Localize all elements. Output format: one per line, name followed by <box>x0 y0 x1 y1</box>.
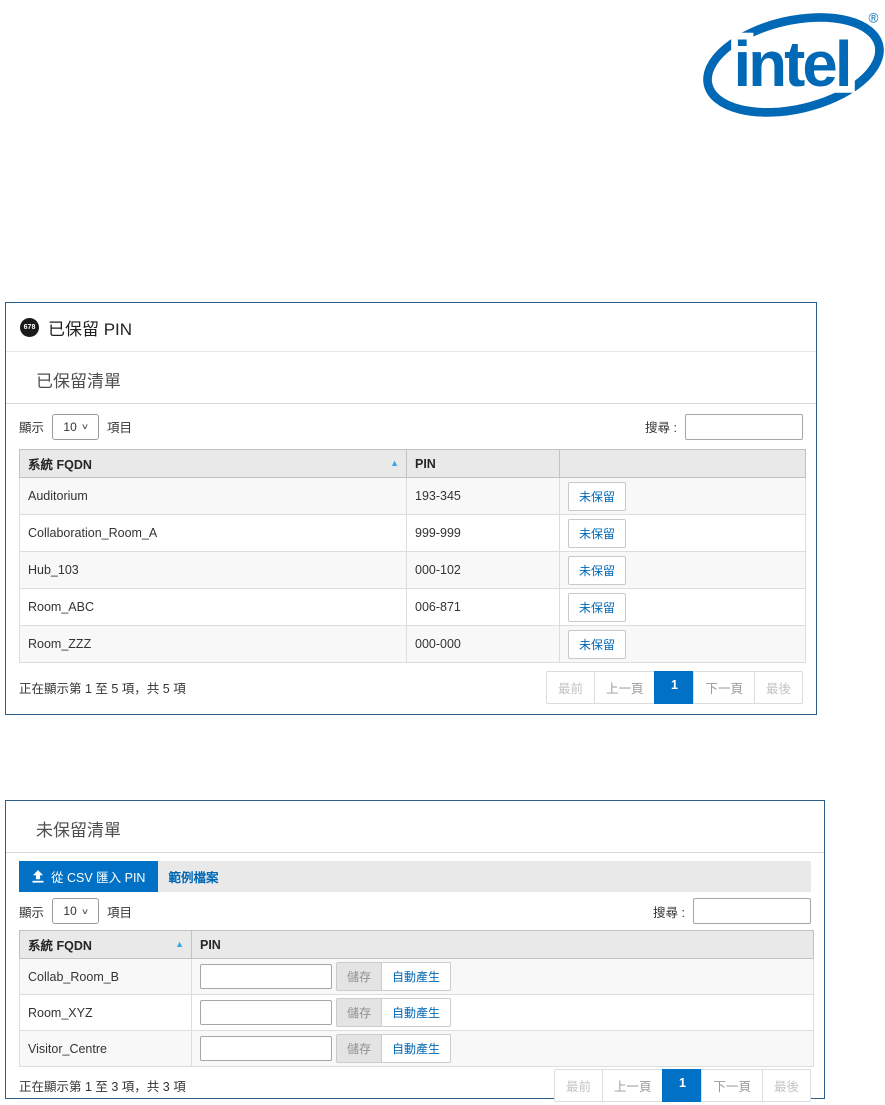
pin-input[interactable] <box>200 1000 332 1025</box>
fqdn-cell: Room_ZZZ <box>20 626 407 663</box>
table-row: Visitor_Centre 儲存 自動產生 <box>20 1031 814 1067</box>
table-row: Collaboration_Room_A 999-999 未保留 <box>20 515 806 552</box>
intel-logo-graphic: intel ® <box>702 0 885 126</box>
pagination-first-button[interactable]: 最前 <box>554 1069 603 1102</box>
pagination-page-1-button[interactable]: 1 <box>662 1069 702 1102</box>
pin-cell: 000-000 <box>407 626 560 663</box>
save-button[interactable]: 儲存 <box>336 1034 382 1063</box>
pin-cell: 006-871 <box>407 589 560 626</box>
fqdn-cell: Auditorium <box>20 478 407 515</box>
pin-cell: 000-102 <box>407 552 560 589</box>
fqdn-cell: Room_ABC <box>20 589 407 626</box>
fqdn-cell: Hub_103 <box>20 552 407 589</box>
show-label: 顯示 <box>19 902 44 921</box>
unreserved-table-footer: 正在顯示第 1 至 3 項，共 3 項 最前 上一頁 1 下一頁 最後 <box>6 1067 824 1103</box>
fqdn-cell: Collab_Room_B <box>20 959 192 995</box>
table-row: Hub_103 000-102 未保留 <box>20 552 806 589</box>
column-header-fqdn[interactable]: 系統 FQDN ▲ <box>20 450 407 478</box>
pagination-page-1-button[interactable]: 1 <box>654 671 694 704</box>
auto-generate-button[interactable]: 自動產生 <box>381 998 451 1027</box>
unreserve-button[interactable]: 未保留 <box>568 482 626 511</box>
reserved-pin-icon: 678 <box>20 318 39 337</box>
fqdn-cell: Visitor_Centre <box>20 1031 192 1067</box>
reserved-table-footer: 正在顯示第 1 至 5 項，共 5 項 最前 上一頁 1 下一頁 最後 <box>6 663 816 712</box>
registered-mark: ® <box>868 11 878 26</box>
reserved-pin-panel: 678 已保留 PIN 已保留清單 顯示 10 ∨ 項目 搜尋 : 系統 FQD… <box>5 302 817 715</box>
unreserved-list-section-title: 未保留清單 <box>6 801 824 853</box>
reserved-table-controls: 顯示 10 ∨ 項目 搜尋 : <box>6 404 816 449</box>
table-row: Room_XYZ 儲存 自動產生 <box>20 995 814 1031</box>
search-input[interactable] <box>685 414 803 440</box>
column-header-pin[interactable]: PIN <box>407 450 560 478</box>
unreserve-button[interactable]: 未保留 <box>568 630 626 659</box>
pagination-previous-button[interactable]: 上一頁 <box>594 671 656 704</box>
pagination-first-button[interactable]: 最前 <box>546 671 595 704</box>
pagination: 最前 上一頁 1 下一頁 最後 <box>554 1069 811 1102</box>
search-input[interactable] <box>693 898 811 924</box>
fqdn-cell: Collaboration_Room_A <box>20 515 407 552</box>
unreserve-button[interactable]: 未保留 <box>568 556 626 585</box>
pin-input[interactable] <box>200 1036 332 1061</box>
column-header-pin[interactable]: PIN <box>192 931 814 959</box>
sample-file-link[interactable]: 範例檔案 <box>168 867 218 886</box>
page-header: 678 已保留 PIN <box>6 303 816 352</box>
showing-entries-info: 正在顯示第 1 至 5 項，共 5 項 <box>19 678 186 697</box>
auto-generate-button[interactable]: 自動產生 <box>381 962 451 991</box>
table-row: Collab_Room_B 儲存 自動產生 <box>20 959 814 995</box>
sort-ascending-icon: ▲ <box>175 939 184 949</box>
unreserve-button[interactable]: 未保留 <box>568 593 626 622</box>
chevron-down-icon: ∨ <box>81 907 89 916</box>
upload-icon <box>32 870 44 883</box>
items-label: 項目 <box>107 902 132 921</box>
pin-cell: 193-345 <box>407 478 560 515</box>
pin-cell: 999-999 <box>407 515 560 552</box>
intel-logo: intel ® <box>702 0 885 126</box>
page-size-select[interactable]: 10 ∨ <box>52 414 99 440</box>
pagination-next-button[interactable]: 下一頁 <box>701 1069 763 1102</box>
unreserved-table-controls: 顯示 10 ∨ 項目 搜尋 : <box>6 892 824 930</box>
unreserve-button[interactable]: 未保留 <box>568 519 626 548</box>
pin-input[interactable] <box>200 964 332 989</box>
unreserved-list-panel: 未保留清單 從 CSV 匯入 PIN 範例檔案 顯示 10 ∨ 項目 搜尋 : <box>5 800 825 1099</box>
save-button[interactable]: 儲存 <box>336 962 382 991</box>
page-title: 已保留 PIN <box>48 315 132 340</box>
pagination-last-button[interactable]: 最後 <box>762 1069 811 1102</box>
import-csv-button[interactable]: 從 CSV 匯入 PIN <box>19 861 158 892</box>
page-size-select[interactable]: 10 ∨ <box>52 898 99 924</box>
table-header-row: 系統 FQDN ▲ PIN <box>20 931 814 959</box>
table-row: Auditorium 193-345 未保留 <box>20 478 806 515</box>
page-size-value: 10 <box>63 420 76 434</box>
items-label: 項目 <box>107 417 132 436</box>
intel-logo-text: intel <box>733 29 849 100</box>
pagination-previous-button[interactable]: 上一頁 <box>602 1069 664 1102</box>
search-label: 搜尋 : <box>653 902 685 921</box>
save-button[interactable]: 儲存 <box>336 998 382 1027</box>
import-csv-label: 從 CSV 匯入 PIN <box>51 867 145 886</box>
sort-ascending-icon: ▲ <box>390 458 399 468</box>
fqdn-cell: Room_XYZ <box>20 995 192 1031</box>
reserved-pins-table: 系統 FQDN ▲ PIN Auditorium 193-345 未保留 Col… <box>19 449 806 663</box>
search-label: 搜尋 : <box>645 417 677 436</box>
table-row: Room_ABC 006-871 未保留 <box>20 589 806 626</box>
auto-generate-button[interactable]: 自動產生 <box>381 1034 451 1063</box>
table-row: Room_ZZZ 000-000 未保留 <box>20 626 806 663</box>
chevron-down-icon: ∨ <box>81 422 89 431</box>
column-header-actions <box>560 450 806 478</box>
csv-import-toolbar: 從 CSV 匯入 PIN 範例檔案 <box>19 861 811 892</box>
showing-entries-info: 正在顯示第 1 至 3 項，共 3 項 <box>19 1076 186 1095</box>
reserved-list-section-title: 已保留清單 <box>6 352 816 404</box>
pagination-next-button[interactable]: 下一頁 <box>693 671 755 704</box>
show-label: 顯示 <box>19 417 44 436</box>
column-header-fqdn[interactable]: 系統 FQDN ▲ <box>20 931 192 959</box>
table-header-row: 系統 FQDN ▲ PIN <box>20 450 806 478</box>
pagination: 最前 上一頁 1 下一頁 最後 <box>546 671 803 704</box>
page-size-value: 10 <box>63 904 76 918</box>
pagination-last-button[interactable]: 最後 <box>754 671 803 704</box>
unreserved-pins-table: 系統 FQDN ▲ PIN Collab_Room_B 儲存 自動產生 Room… <box>19 930 814 1067</box>
